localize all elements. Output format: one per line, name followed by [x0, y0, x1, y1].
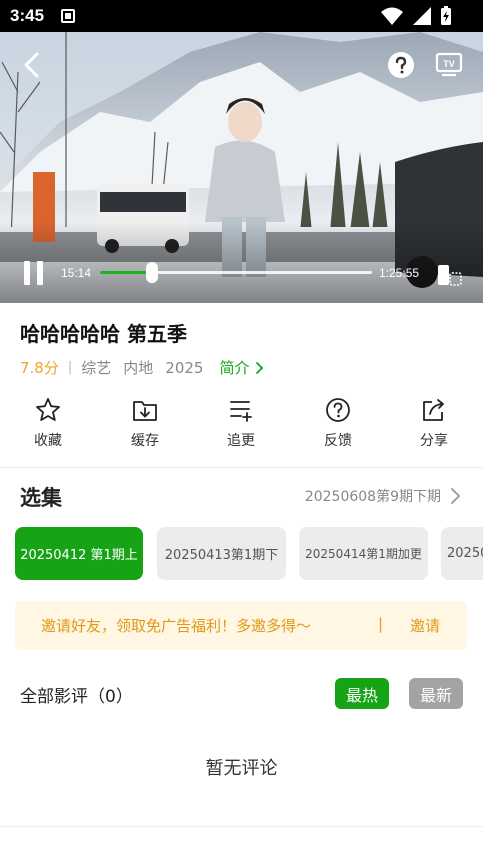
favorite-button[interactable]: 收藏 — [18, 396, 78, 450]
current-time: 15:14 — [61, 266, 92, 280]
show-region: 内地 — [123, 359, 154, 377]
status-time: 3:45 — [10, 6, 45, 25]
pause-icon[interactable] — [22, 260, 46, 286]
favorite-label: 收藏 — [34, 433, 62, 449]
question-icon — [326, 398, 350, 422]
progress-handle[interactable] — [145, 262, 158, 283]
episodes-heading: 选集 — [20, 486, 62, 510]
show-meta: 7.8分 | 综艺 内地 2025 简介 — [20, 357, 266, 378]
share-icon — [423, 399, 444, 421]
section-divider — [0, 467, 483, 468]
invite-link[interactable]: 邀请 — [410, 615, 440, 636]
progress-fill — [100, 271, 152, 274]
status-bar: 3:45 — [0, 0, 483, 32]
tv-cast-icon[interactable]: TV — [435, 51, 463, 77]
section-divider — [0, 826, 483, 827]
follow-label: 追更 — [227, 433, 255, 449]
show-score: 7.8分 — [20, 359, 59, 377]
sort-new-button[interactable]: 最新 — [409, 678, 463, 709]
download-button[interactable]: 缓存 — [115, 396, 175, 450]
notification-a-icon — [61, 9, 75, 23]
rotate-screen-icon[interactable] — [436, 263, 464, 287]
show-genre: 综艺 — [81, 359, 112, 377]
episode-item[interactable]: 20250 — [441, 527, 483, 580]
action-bar: 收藏 缓存 追更 反馈 分享 — [0, 396, 483, 458]
episodes-latest-label: 20250608第9期下期 — [304, 489, 441, 505]
feedback-label: 反馈 — [324, 433, 352, 449]
empty-comments: 暂无评论 — [205, 758, 278, 779]
comments-heading: 全部影评（0） — [20, 687, 133, 707]
follow-list-icon — [230, 401, 252, 422]
download-label: 缓存 — [131, 433, 159, 449]
chevron-right-icon — [256, 361, 264, 374]
episode-label: 20250412 第1期上 — [20, 548, 138, 563]
episode-item[interactable]: 20250413第1期下 — [157, 527, 286, 580]
battery-charging-icon — [441, 6, 451, 25]
episode-list: 20250412 第1期上 20250413第1期下 20250414第1期加更… — [15, 527, 483, 580]
meta-separator: | — [67, 360, 73, 375]
total-time: 1:25:55 — [379, 266, 420, 280]
wifi-icon — [381, 7, 403, 25]
progress-bar[interactable] — [100, 262, 372, 283]
download-icon — [133, 401, 157, 421]
signal-icon — [413, 7, 431, 25]
share-button[interactable]: 分享 — [404, 396, 464, 450]
back-icon[interactable] — [18, 50, 48, 80]
intro-label: 简介 — [219, 359, 250, 377]
video-player[interactable]: TV 15:14 1:25:55 — [0, 32, 483, 303]
invite-text: 邀请好友，领取免广告福利！多邀多得～ — [41, 617, 312, 635]
episode-label: 20250 — [447, 546, 483, 561]
episode-item-active[interactable]: 20250412 第1期上 — [15, 527, 143, 580]
help-icon[interactable] — [387, 51, 415, 79]
feedback-button[interactable]: 反馈 — [308, 396, 368, 450]
invite-banner[interactable]: 邀请好友，领取免广告福利！多邀多得～ | 邀请 — [15, 601, 467, 650]
episode-item[interactable]: 20250414第1期加更 — [299, 527, 428, 580]
episode-label: 20250413第1期下 — [164, 548, 279, 563]
sort-hot-button[interactable]: 最热 — [335, 678, 389, 709]
invite-separator: | — [378, 615, 384, 633]
follow-button[interactable]: 追更 — [211, 396, 271, 450]
star-icon — [36, 398, 60, 421]
svg-text:TV: TV — [443, 59, 455, 69]
show-title: 哈哈哈哈哈 第五季 — [20, 322, 187, 346]
episode-label: 20250414第1期加更 — [305, 547, 422, 561]
chevron-right-icon — [451, 488, 461, 504]
show-year: 2025 — [165, 358, 204, 377]
intro-link[interactable]: 简介 — [219, 357, 266, 378]
status-icons — [381, 6, 451, 25]
episodes-latest-link[interactable]: 20250608第9期下期 — [305, 486, 463, 506]
share-label: 分享 — [420, 433, 448, 449]
